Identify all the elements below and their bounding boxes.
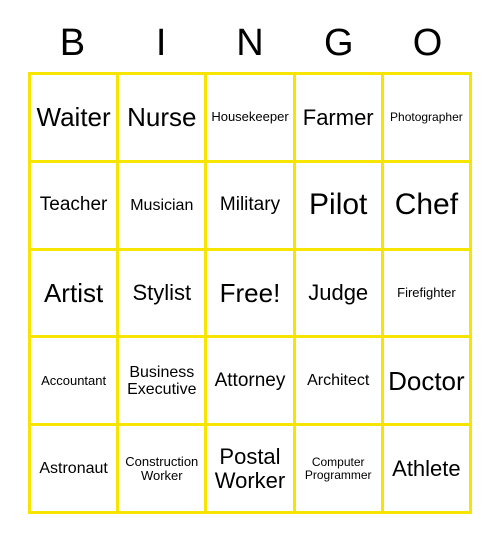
bingo-cell-label: Construction Worker — [125, 453, 199, 483]
bingo-cell[interactable]: Stylist — [119, 250, 205, 336]
bingo-cell-label: Firefighter — [397, 284, 456, 300]
bingo-cell-label: Pilot — [309, 188, 368, 221]
bingo-cell-label: Judge — [308, 280, 369, 306]
bingo-header: B I N G O — [28, 17, 472, 69]
bingo-cell-label: Chef — [394, 188, 459, 221]
bingo-cell-label: Musician — [130, 196, 194, 214]
bingo-cell-label: Architect — [307, 372, 370, 390]
bingo-cell-label: Astronaut — [39, 459, 108, 477]
bingo-cell-label: Teacher — [39, 193, 108, 215]
bingo-cell-label: Attorney — [214, 369, 286, 391]
bingo-cell[interactable]: Astronaut — [31, 426, 117, 511]
bingo-cell-label: Accountant — [41, 372, 107, 388]
bingo-cell[interactable]: Construction Worker — [119, 426, 205, 511]
bingo-cell-label: Computer Programmer — [304, 454, 372, 482]
bingo-cell[interactable]: Military — [207, 162, 293, 248]
header-letter-n: N — [236, 22, 264, 64]
header-letter-o: O — [412, 22, 443, 64]
bingo-cell-label: Military — [219, 193, 281, 215]
bingo-cell[interactable]: Athlete — [383, 426, 469, 511]
bingo-cell[interactable]: Firefighter — [383, 250, 469, 336]
bingo-cell[interactable]: Chef — [383, 162, 469, 248]
bingo-cell[interactable]: Photographer — [383, 75, 469, 160]
header-letter-g: G — [324, 22, 354, 64]
bingo-cell-label: Waiter — [36, 102, 111, 133]
bingo-cell-label: Farmer — [302, 104, 374, 130]
bingo-cell[interactable]: Pilot — [295, 162, 381, 248]
bingo-cell[interactable]: Architect — [295, 338, 381, 424]
bingo-cell-label: Stylist — [132, 280, 192, 306]
bingo-cell-label: Postal Worker — [214, 443, 286, 493]
bingo-cell[interactable]: Artist — [31, 250, 117, 336]
bingo-cell[interactable]: Waiter — [31, 75, 117, 160]
bingo-cell[interactable]: Doctor — [383, 338, 469, 424]
bingo-cell-label: Nurse — [127, 102, 197, 133]
bingo-cell[interactable]: Computer Programmer — [295, 426, 381, 511]
bingo-cell-label: Athlete — [392, 455, 461, 481]
bingo-cell-free-space[interactable]: Free! — [207, 250, 293, 336]
bingo-cell-label: Artist — [43, 277, 104, 308]
bingo-grid: Waiter Nurse Housekeeper Farmer Photogra… — [28, 72, 472, 514]
bingo-cell[interactable]: Housekeeper — [207, 75, 293, 160]
bingo-cell-label: Free! — [219, 277, 281, 308]
bingo-cell[interactable]: Accountant — [31, 338, 117, 424]
bingo-cell[interactable]: Farmer — [295, 75, 381, 160]
bingo-cell[interactable]: Musician — [119, 162, 205, 248]
bingo-cell[interactable]: Business Executive — [119, 338, 205, 424]
header-letter-b: B — [59, 22, 86, 64]
bingo-cell-label: Business Executive — [127, 363, 197, 398]
header-letter-i: I — [155, 22, 167, 64]
bingo-cell[interactable]: Attorney — [207, 338, 293, 424]
bingo-card: B I N G O Waiter Nurse Housekeeper Farme… — [0, 0, 501, 544]
bingo-cell-label: Doctor — [388, 365, 465, 396]
bingo-cell[interactable]: Teacher — [31, 162, 117, 248]
bingo-cell[interactable]: Judge — [295, 250, 381, 336]
bingo-cell[interactable]: Postal Worker — [207, 426, 293, 511]
bingo-cell[interactable]: Nurse — [119, 75, 205, 160]
bingo-cell-label: Photographer — [390, 109, 463, 124]
bingo-cell-label: Housekeeper — [211, 109, 289, 125]
